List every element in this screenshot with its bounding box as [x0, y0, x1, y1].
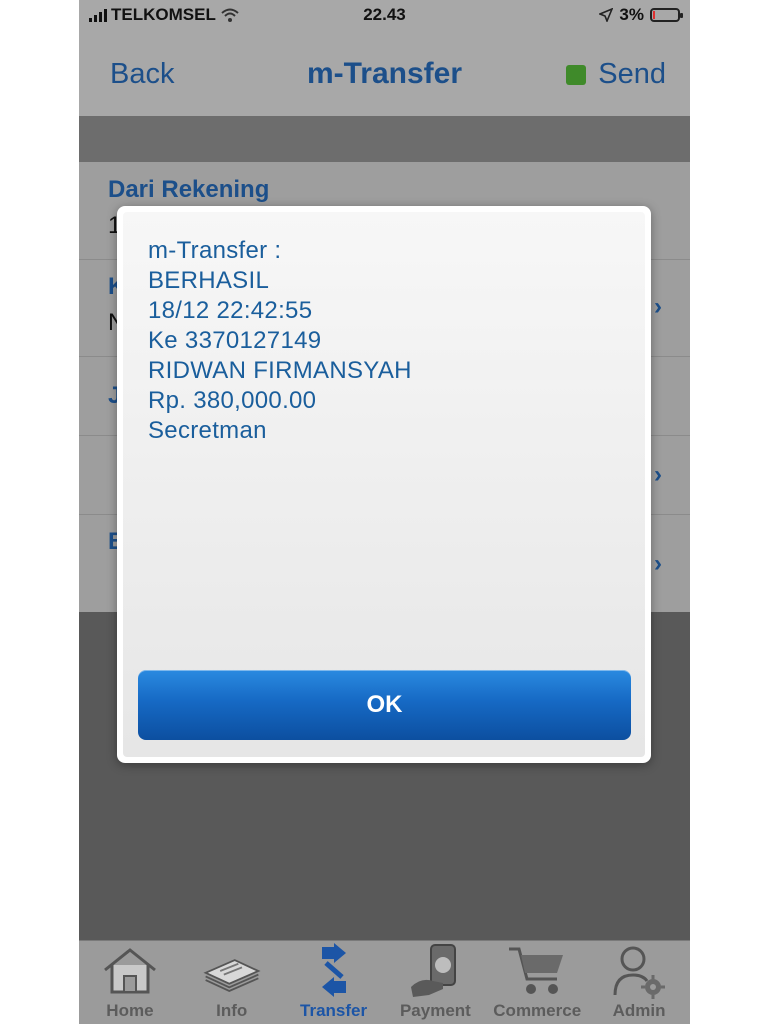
tab-label: Admin: [612, 1001, 666, 1020]
send-button[interactable]: Send: [566, 58, 666, 91]
tab-label: Commerce: [493, 1001, 582, 1020]
battery-percent: 3%: [619, 5, 644, 24]
payment-icon: [405, 943, 465, 999]
chevron-right-icon: ›: [654, 461, 662, 488]
dialog-line-account: Ke 3370127149: [148, 327, 322, 354]
admin-icon: [609, 943, 669, 999]
dialog-line-status: BERHASIL: [148, 267, 270, 294]
status-time: 22.43: [363, 5, 406, 24]
send-status-icon: [566, 64, 587, 85]
alert-dialog: m-Transfer : BERHASIL 18/12 22:42:55 Ke …: [117, 206, 651, 763]
tab-label: Home: [106, 1001, 154, 1020]
dialog-line-note: Secretman: [148, 417, 267, 444]
navigation-bar: Back m-Transfer Send: [79, 30, 690, 117]
info-icon: [202, 943, 262, 999]
dialog-line-timestamp: 18/12 22:42:55: [148, 297, 313, 324]
tab-transfer[interactable]: Transfer: [283, 941, 385, 1024]
location-arrow-icon: [599, 8, 614, 22]
dialog-line-recipient: RIDWAN FIRMANSYAH: [148, 357, 412, 384]
alert-body: m-Transfer : BERHASIL 18/12 22:42:55 Ke …: [123, 212, 645, 757]
send-label: Send: [598, 58, 666, 90]
dialog-line-amount: Rp. 380,000.00: [148, 387, 317, 414]
transfer-icon: [304, 943, 364, 999]
tab-payment[interactable]: Payment: [384, 941, 486, 1024]
chevron-right-icon: ›: [654, 550, 662, 577]
tab-label: Info: [216, 1001, 248, 1020]
form-label: Dari Rekening: [108, 176, 270, 203]
status-bar: TELKOMSEL 22.43 3%: [79, 0, 690, 30]
tab-home[interactable]: Home: [79, 941, 181, 1024]
tab-admin[interactable]: Admin: [588, 941, 690, 1024]
tab-label: Payment: [399, 1001, 471, 1020]
battery-icon: [650, 8, 683, 22]
home-icon: [100, 943, 160, 999]
tab-label: Transfer: [300, 1001, 368, 1020]
dialog-line-heading: m-Transfer :: [148, 237, 282, 264]
section-separator: [79, 116, 690, 162]
status-right: 3%: [599, 5, 683, 25]
tab-commerce[interactable]: Commerce: [486, 941, 588, 1024]
cart-icon: [507, 943, 567, 999]
tab-info[interactable]: Info: [181, 941, 283, 1024]
chevron-right-icon: ›: [654, 293, 662, 320]
ok-button[interactable]: OK: [138, 670, 631, 740]
tab-bar: Home Info Transfer Payment Commerce Admi…: [79, 940, 690, 1024]
